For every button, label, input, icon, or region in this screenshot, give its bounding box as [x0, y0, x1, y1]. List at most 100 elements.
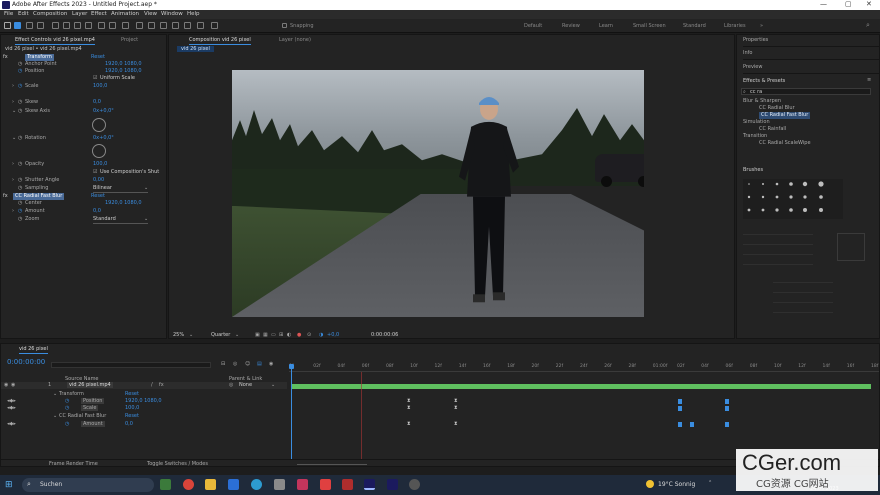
menu-edit[interactable]: Edit	[18, 11, 29, 17]
amount-value[interactable]: 0,0	[93, 208, 101, 215]
puppet-tool-icon[interactable]	[211, 22, 218, 29]
reset-button[interactable]: Reset	[125, 413, 139, 419]
properties-section[interactable]: Properties	[743, 37, 879, 47]
comp-subtab[interactable]: vid 26 pixel	[177, 46, 214, 52]
channel-icon[interactable]: ◐	[287, 332, 291, 338]
workspace-standard[interactable]: Standard	[683, 23, 706, 29]
stopwatch-icon[interactable]: ◷	[18, 200, 22, 207]
workspace-libraries[interactable]: Libraries	[724, 23, 746, 29]
tree-item-transition[interactable]: Transition	[743, 133, 767, 140]
file-explorer-icon[interactable]	[205, 479, 216, 490]
position-value[interactable]: 1920,0 1080,0	[105, 68, 142, 75]
region-icon[interactable]: ▣	[255, 332, 260, 338]
amount-value[interactable]: 0,0	[125, 421, 133, 427]
eraser-tool-icon[interactable]	[184, 22, 191, 29]
mask-visibility-icon[interactable]: ▭	[271, 332, 276, 338]
skew-value[interactable]: 0,0	[93, 99, 101, 106]
tab-layer[interactable]: Layer (none)	[279, 37, 311, 43]
keyframe-marker[interactable]: ⧗	[407, 398, 411, 404]
brush-grid[interactable]	[743, 179, 843, 219]
premiere-icon[interactable]	[387, 479, 398, 490]
zoom-tool-icon[interactable]	[37, 22, 44, 29]
weather-text[interactable]: 19°C Sonnig	[658, 481, 695, 488]
layer-row[interactable]: ◉ ◉ 1 vid 26 pixel.mp4 / fx ◎ None ⌄	[1, 382, 287, 389]
stopwatch-icon[interactable]: ◷	[18, 177, 22, 184]
stopwatch-icon[interactable]: ◷	[18, 61, 22, 68]
tab-composition[interactable]: Composition vid 26 pixel	[189, 37, 251, 45]
chevron-down-icon[interactable]: ⌄	[12, 135, 16, 142]
tree-item-cc-rainfall[interactable]: CC Rainfall	[759, 126, 786, 133]
search-help-icon[interactable]: ⌕	[866, 21, 870, 30]
menu-effect[interactable]: Effect	[91, 11, 107, 17]
frame-blending-icon[interactable]: ▤	[257, 361, 262, 367]
maximize-icon[interactable]: ▢	[845, 0, 852, 8]
zoom-slider[interactable]	[297, 464, 367, 465]
rotation-dial[interactable]	[92, 144, 106, 158]
chevron-down-icon[interactable]: ⌄	[12, 108, 16, 115]
menu-animation[interactable]: Animation	[111, 11, 139, 17]
position-value[interactable]: 1920,0 1080,0	[125, 398, 162, 404]
ec-row-transform[interactable]: fx Transform Reset	[1, 54, 166, 61]
shy-layers-icon[interactable]: ☺	[245, 361, 250, 367]
windows-start-icon[interactable]: ⊞	[5, 480, 13, 490]
chevron-down-icon[interactable]: ⌄	[53, 391, 57, 397]
sampling-select[interactable]: Bilinear	[93, 185, 148, 193]
tree-item-blur-sharpen[interactable]: Blur & Sharpen	[743, 98, 781, 105]
text-tool-icon[interactable]	[148, 22, 155, 29]
motion-blur-icon[interactable]: ◉	[269, 361, 273, 367]
current-time-indicator[interactable]	[289, 364, 294, 460]
chevron-down-icon[interactable]: ⌄	[144, 185, 148, 192]
dolly-tool-icon[interactable]	[74, 22, 81, 29]
workspace-learn[interactable]: Learn	[599, 23, 613, 29]
stopwatch-icon[interactable]: ◷	[18, 216, 22, 223]
keyframe-marker[interactable]	[725, 406, 729, 411]
keyframe-marker[interactable]: ⧗	[407, 421, 411, 427]
layer-name[interactable]: vid 26 pixel.mp4	[67, 382, 113, 388]
keyframe-nav-icon[interactable]: ◂◆▸	[7, 405, 16, 411]
stopwatch-icon[interactable]: ◷	[18, 185, 22, 192]
anchor-point-value[interactable]: 1920,0 1080,0	[105, 61, 142, 68]
panel-menu-icon[interactable]: ≡	[867, 77, 871, 83]
chevron-right-icon[interactable]: ›	[12, 99, 14, 106]
menu-window[interactable]: Window	[161, 11, 183, 17]
chevron-right-icon[interactable]: ›	[12, 161, 14, 168]
rotate-tool-icon[interactable]	[98, 22, 105, 29]
fx-switch-icon[interactable]: fx	[159, 382, 164, 388]
effects-presets-title[interactable]: Effects & Presets	[743, 78, 785, 84]
taskbar-search[interactable]: ⌕ Suchen	[22, 478, 154, 492]
edge-icon[interactable]	[251, 479, 262, 490]
orbit-tool-icon[interactable]	[52, 22, 59, 29]
after-effects-icon[interactable]	[364, 479, 375, 490]
roto-tool-icon[interactable]	[197, 22, 204, 29]
exposure-value[interactable]: +0,0	[327, 332, 339, 338]
menu-composition[interactable]: Composition	[33, 11, 67, 17]
app-icon[interactable]	[409, 479, 420, 490]
stopwatch-icon[interactable]: ◷	[65, 398, 69, 404]
stopwatch-icon[interactable]: ◷	[18, 161, 22, 168]
effects-search-field[interactable]: ⌕ cc ra	[741, 88, 871, 95]
stopwatch-icon[interactable]: ◷	[18, 208, 22, 215]
chevron-right-icon[interactable]: ›	[12, 83, 14, 90]
tab-project[interactable]: Project	[121, 37, 138, 43]
toggle-switches-modes[interactable]: Toggle Switches / Modes	[147, 461, 208, 467]
stopwatch-icon[interactable]: ◷	[18, 99, 22, 106]
keyframe-nav-icon[interactable]: ◂◆▸	[7, 398, 16, 404]
menu-file[interactable]: File	[4, 11, 13, 17]
keyframe-marker[interactable]	[678, 422, 682, 427]
layer-duration-bar[interactable]	[291, 384, 871, 389]
time-ruler[interactable]: 0f02f04f06f08f10f12f14f16f18f20f22f24f26…	[289, 363, 879, 372]
comp-flowchart-icon[interactable]: ⊟	[221, 361, 225, 367]
chevron-down-icon[interactable]: ⌄	[189, 332, 193, 338]
shutter-angle-value[interactable]: 0,00	[93, 177, 104, 184]
keyframe-marker[interactable]	[678, 399, 682, 404]
eye-icon[interactable]: ◉	[4, 382, 8, 388]
ec-row-cc-radial-fast-blur[interactable]: fx CC Radial Fast Blur Reset	[1, 193, 166, 200]
chevron-right-icon[interactable]: ›	[12, 177, 14, 184]
app-icon[interactable]	[228, 479, 239, 490]
brushes-title[interactable]: Brushes	[743, 167, 763, 173]
parent-pickwhip-icon[interactable]: ◎	[229, 382, 233, 388]
chevron-down-icon[interactable]: ⌄	[235, 332, 239, 338]
stopwatch-icon[interactable]: ◷	[65, 405, 69, 411]
stopwatch-icon[interactable]: ◷	[18, 83, 22, 90]
weather-icon[interactable]	[646, 480, 654, 488]
